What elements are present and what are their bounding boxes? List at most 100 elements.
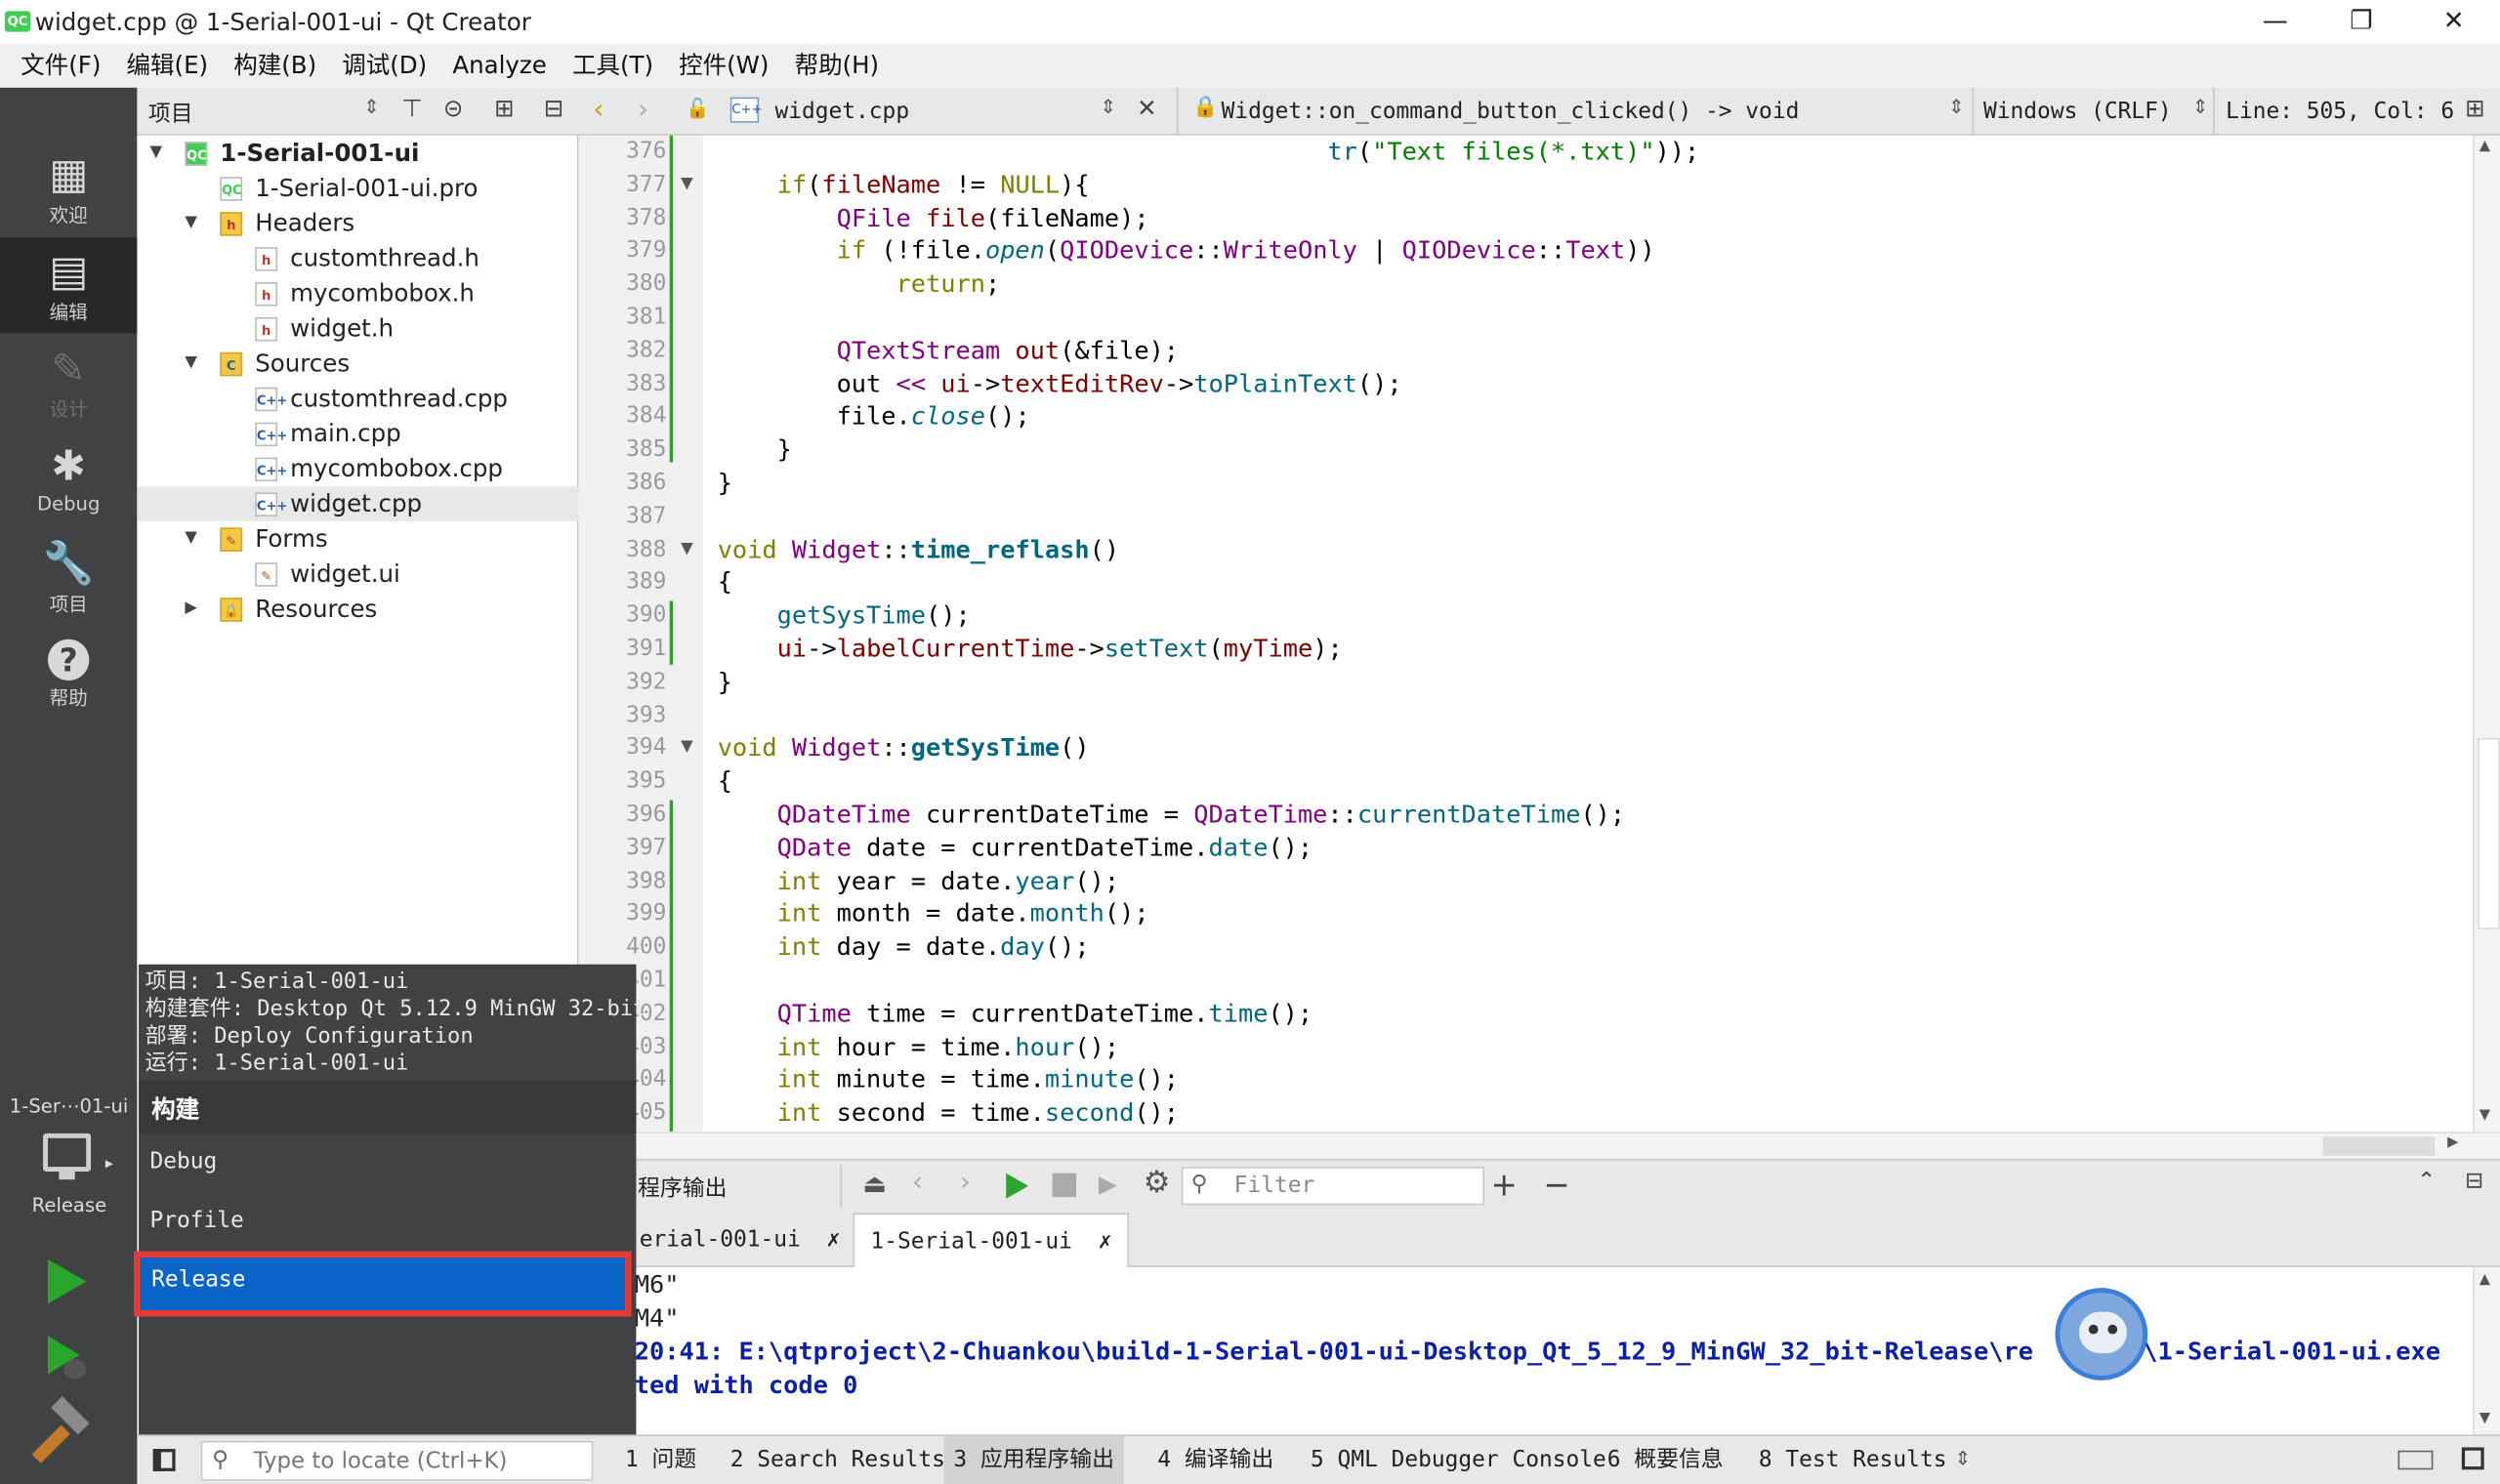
menu-item[interactable]: 编辑(E)	[113, 45, 221, 88]
code-line: if(fileName != NULL){	[718, 169, 1090, 202]
output-scrollbar[interactable]: ▲ ▼	[2473, 1266, 2500, 1435]
cursor-position[interactable]: Line: 505, Col: 6	[2226, 99, 2454, 124]
function-symbol[interactable]: Widget::on_command_button_clicked() -> v…	[1222, 99, 1800, 124]
output-pane-tab[interactable]: 5 QML Debugger Console	[1301, 1436, 1615, 1484]
output-tab-active[interactable]: 1-Serial-001-ui ✗	[853, 1213, 1130, 1267]
stop-icon[interactable]	[1052, 1173, 1077, 1198]
build-option-profile[interactable]: Profile	[139, 1192, 636, 1251]
close-tab-icon[interactable]: ✗	[1099, 1229, 1112, 1255]
menu-item[interactable]: 文件(F)	[8, 45, 113, 88]
output-pane-tab[interactable]: 4 编译输出	[1148, 1436, 1284, 1484]
fold-arrow-icon[interactable]: ▼	[681, 739, 693, 757]
build-hammer-icon[interactable]	[31, 1424, 70, 1463]
output-pane-tab[interactable]: 8 Test Results	[1749, 1436, 1956, 1484]
line-ending-arrows-icon[interactable]: ⇕	[2192, 96, 2208, 118]
tree-item[interactable]: ▼ QC 1-Serial-001-ui	[137, 136, 578, 171]
mode-grid[interactable]: ▦ 欢迎	[0, 141, 137, 236]
monitor-icon[interactable]	[43, 1133, 92, 1172]
scroll-down-icon[interactable]: ▼	[2479, 1411, 2490, 1426]
prev-icon[interactable]: ‹	[912, 1167, 923, 1199]
collapsed-arrow-icon[interactable]: ▶	[185, 592, 197, 627]
add-icon[interactable]: +	[1491, 1165, 1518, 1203]
build-option-debug[interactable]: Debug	[139, 1134, 636, 1192]
debug-attach-icon[interactable]: ▶	[1099, 1170, 1117, 1198]
panel-selector-arrows-icon[interactable]: ⇕	[363, 96, 379, 118]
run-icon[interactable]	[47, 1258, 87, 1304]
scroll-up-icon[interactable]: ▲	[2479, 139, 2490, 154]
filter-icon[interactable]: ⊤	[401, 94, 422, 122]
tree-item[interactable]: h customthread.h	[137, 241, 578, 276]
tree-item[interactable]: ✎ widget.ui	[137, 556, 578, 592]
close-output-icon[interactable]: ⊟	[2465, 1169, 2483, 1194]
split-icon[interactable]: ⊞	[494, 94, 515, 122]
back-icon[interactable]: ‹	[593, 94, 604, 126]
filter-input[interactable]: ⚲ Filter	[1181, 1167, 1484, 1206]
output-pane-tab[interactable]: 6 概要信息	[1598, 1436, 1733, 1484]
expanded-arrow-icon[interactable]: ▼	[185, 521, 197, 556]
tree-item[interactable]: ▼ h Headers	[137, 206, 578, 241]
fold-arrow-icon[interactable]: ▼	[681, 175, 693, 192]
scroll-up-icon[interactable]: ▲	[2479, 1272, 2490, 1288]
build-option-release[interactable]: Release	[134, 1251, 632, 1317]
output-tab[interactable]: erial-001-ui ✗	[623, 1213, 855, 1267]
menu-item[interactable]: 控件(W)	[666, 45, 781, 88]
close-document-icon[interactable]: ✕	[1137, 94, 1157, 122]
output-pane-tab[interactable]: 3 应用程序输出	[943, 1436, 1124, 1484]
maximize-panel-icon[interactable]: ⌃	[2417, 1169, 2436, 1194]
tree-item[interactable]: h widget.h	[137, 310, 578, 346]
progress-icon[interactable]	[2397, 1450, 2434, 1470]
close-panel-icon[interactable]: ⊟	[544, 94, 564, 122]
tree-item[interactable]: C++ widget.cpp	[137, 485, 579, 521]
mode-edit[interactable]: ▤ 编辑	[0, 237, 138, 334]
code-editor[interactable]: tr("Text files(*.txt)")); if(fileName !=…	[702, 135, 2474, 1133]
tree-item[interactable]: h mycombobox.h	[137, 275, 578, 310]
panel-arrows-icon[interactable]: ⇕	[1955, 1447, 1971, 1469]
menu-item[interactable]: 调试(D)	[329, 45, 439, 88]
symbol-selector-arrows-icon[interactable]: ⇕	[1948, 96, 1964, 118]
minimize-button[interactable]: —	[2229, 0, 2321, 45]
forward-icon[interactable]: ›	[638, 94, 648, 126]
menu-item[interactable]: 构建(B)	[221, 45, 329, 88]
expanded-arrow-icon[interactable]: ▼	[185, 346, 197, 381]
split-editor-icon[interactable]: ⊞	[2465, 94, 2485, 122]
next-icon[interactable]: ›	[960, 1167, 971, 1199]
editor-vertical-scrollbar[interactable]: ▲ ▼	[2473, 135, 2500, 1133]
scroll-right-icon[interactable]: ▶	[2447, 1134, 2458, 1150]
output-pane-tab[interactable]: 2 Search Results	[721, 1436, 955, 1484]
locate-input[interactable]: ⚲ Type to locate (Ctrl+K)	[200, 1440, 594, 1481]
mode-pencil[interactable]: ✎ 设计	[0, 335, 137, 431]
mode-help[interactable]: ? 帮助	[0, 627, 137, 722]
tree-item[interactable]: C++ customthread.cpp	[137, 381, 578, 416]
mode-bug[interactable]: ✱ Debug	[0, 432, 137, 527]
tree-item[interactable]: C++ mycombobox.cpp	[137, 451, 578, 486]
menu-item[interactable]: 工具(T)	[560, 45, 666, 88]
output-pane-tab[interactable]: 1 问题	[615, 1436, 706, 1484]
tree-item[interactable]: ▼ C Sources	[137, 346, 578, 381]
fold-arrow-icon[interactable]: ▼	[681, 540, 693, 557]
line-ending[interactable]: Windows (CRLF)	[1983, 99, 2172, 124]
tree-item[interactable]: C++ main.cpp	[137, 416, 578, 451]
settings-gear-icon[interactable]: ⚙	[1144, 1165, 1171, 1200]
editor-file-name[interactable]: widget.cpp	[774, 99, 909, 124]
hscroll-thumb[interactable]	[2322, 1136, 2436, 1156]
scroll-down-icon[interactable]: ▼	[2479, 1108, 2490, 1124]
rerun-icon[interactable]	[1006, 1173, 1029, 1199]
attach-icon[interactable]: ⏏	[862, 1169, 887, 1199]
expanded-arrow-icon[interactable]: ▼	[149, 136, 162, 171]
editor-horizontal-scrollbar[interactable]: ▶	[578, 1132, 2500, 1159]
tree-item[interactable]: ▼ ✎ Forms	[137, 521, 578, 556]
menu-item[interactable]: Analyze	[439, 45, 560, 88]
remove-icon[interactable]: −	[1543, 1165, 1569, 1203]
close-button[interactable]: ✕	[2407, 0, 2500, 45]
scroll-thumb[interactable]	[2478, 737, 2500, 929]
file-selector-arrows-icon[interactable]: ⇕	[1101, 96, 1116, 118]
expanded-arrow-icon[interactable]: ▼	[185, 206, 197, 241]
toggle-output-icon[interactable]	[2461, 1447, 2484, 1470]
tree-item[interactable]: ▶ 🔒 Resources	[137, 592, 578, 627]
menu-item[interactable]: 帮助(H)	[782, 45, 893, 88]
maximize-button[interactable]: ❐	[2315, 0, 2408, 45]
close-tab-icon[interactable]: ✗	[827, 1227, 841, 1253]
link-icon[interactable]: ⊝	[443, 94, 464, 122]
mode-wrench[interactable]: 🔧 项目	[0, 529, 137, 625]
tree-item[interactable]: QC 1-Serial-001-ui.pro	[137, 171, 578, 206]
